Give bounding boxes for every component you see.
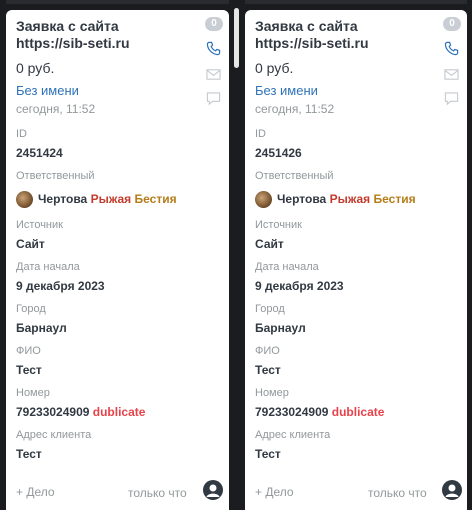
field-value-client-address: Тест (16, 447, 42, 461)
lead-price: 0 руб. (255, 60, 294, 76)
counter-badge: 0 (443, 17, 461, 31)
responsible-name-part: Рыжая (90, 192, 132, 206)
field-value-source: Сайт (16, 237, 45, 251)
created-timestamp: сегодня, 11:52 (255, 102, 335, 116)
field-value-id: 2451426 (255, 146, 302, 160)
phone-icon[interactable] (205, 41, 222, 56)
field-value-fio: Тест (255, 363, 281, 377)
field-label-source: Источник (16, 219, 63, 231)
column-scrollbar[interactable] (234, 8, 239, 68)
field-label-responsible: Ответственный (255, 170, 334, 182)
field-value-number: 79233024909 dublicate (255, 405, 384, 419)
field-value-id: 2451424 (16, 146, 63, 160)
field-value-start-date: 9 декабря 2023 (255, 279, 344, 293)
contact-name-link[interactable]: Без имени (16, 83, 79, 98)
responsible-avatar (255, 190, 272, 208)
contact-name-link[interactable]: Без имени (255, 83, 318, 98)
field-value-city: Барнаул (255, 321, 306, 335)
chat-icon[interactable] (205, 91, 222, 106)
chat-icon[interactable] (443, 91, 460, 106)
add-task-button[interactable]: + Дело (255, 485, 294, 499)
field-label-city: Город (16, 303, 46, 315)
responsible-name-part: Бестия (134, 192, 177, 206)
field-label-client-address: Адрес клиента (255, 429, 331, 441)
mail-icon[interactable] (443, 67, 460, 82)
field-label-fio: ФИО (16, 345, 41, 357)
field-label-number: Номер (16, 387, 50, 399)
mail-icon[interactable] (205, 67, 222, 82)
field-label-city: Город (255, 303, 285, 315)
counter-badge: 0 (205, 17, 223, 31)
lead-price: 0 руб. (16, 60, 55, 76)
created-timestamp: сегодня, 11:52 (16, 102, 96, 116)
last-update-time: только что (368, 486, 427, 500)
last-update-time: только что (128, 486, 187, 500)
duplicate-tag: dublicate (331, 405, 385, 419)
column-top-strip (6, 0, 229, 4)
responsible-name-part: Рыжая (329, 192, 371, 206)
responsible-name-part: Чертова (38, 192, 88, 206)
duplicate-tag: dublicate (92, 405, 146, 419)
responsible-name-part: Чертова (277, 192, 327, 206)
field-label-id: ID (255, 128, 266, 140)
user-avatar-icon[interactable] (442, 480, 462, 500)
responsible-user[interactable]: Чертова Рыжая Бестия (16, 190, 177, 208)
user-avatar-icon[interactable] (203, 480, 223, 500)
responsible-avatar (16, 190, 33, 208)
lead-title[interactable]: Заявка с сайта https://sib-seti.ru (16, 18, 178, 52)
lead-card[interactable]: Заявка с сайта https://sib-seti.ru 0 0 р… (245, 10, 467, 510)
phone-icon[interactable] (443, 41, 460, 56)
field-value-client-address: Тест (255, 447, 281, 461)
field-label-id: ID (16, 128, 27, 140)
responsible-user[interactable]: Чертова Рыжая Бестия (255, 190, 416, 208)
field-value-number: 79233024909 dublicate (16, 405, 145, 419)
phone-number: 79233024909 (255, 405, 329, 419)
field-label-responsible: Ответственный (16, 170, 95, 182)
field-value-start-date: 9 декабря 2023 (16, 279, 105, 293)
field-label-number: Номер (255, 387, 289, 399)
field-label-start-date: Дата начала (16, 261, 80, 273)
field-value-source: Сайт (255, 237, 284, 251)
phone-number: 79233024909 (16, 405, 90, 419)
add-task-button[interactable]: + Дело (16, 485, 55, 499)
field-value-fio: Тест (16, 363, 42, 377)
field-label-client-address: Адрес клиента (16, 429, 92, 441)
lead-title[interactable]: Заявка с сайта https://sib-seti.ru (255, 18, 417, 52)
field-label-source: Источник (255, 219, 302, 231)
lead-card[interactable]: Заявка с сайта https://sib-seti.ru 0 0 р… (6, 10, 229, 510)
field-label-fio: ФИО (255, 345, 280, 357)
field-value-city: Барнаул (16, 321, 67, 335)
responsible-name-part: Бестия (373, 192, 416, 206)
field-label-start-date: Дата начала (255, 261, 319, 273)
column-top-strip (245, 0, 467, 4)
